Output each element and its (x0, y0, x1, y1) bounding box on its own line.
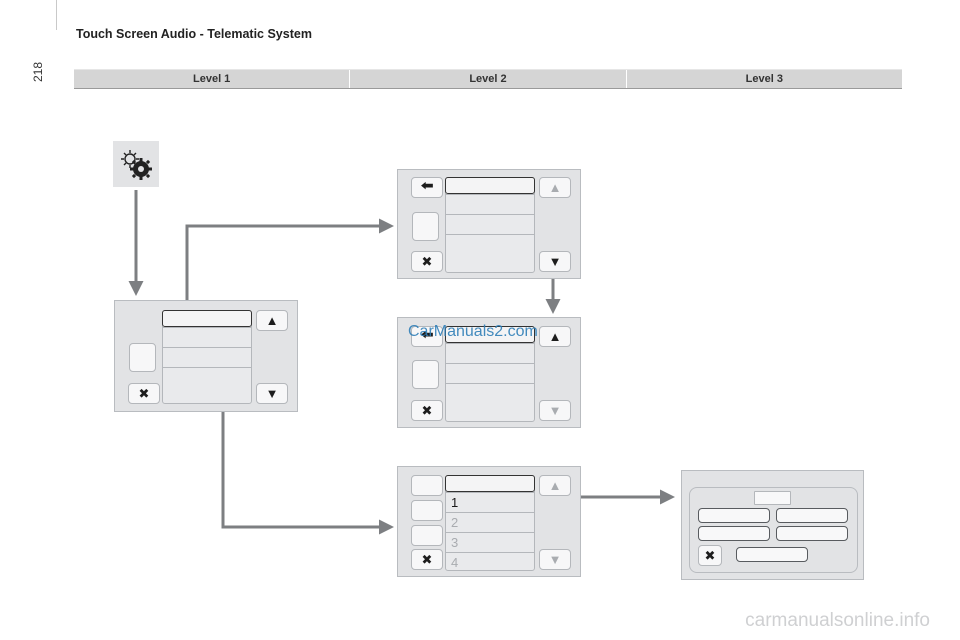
up-triangle-icon: ▲ (548, 180, 562, 195)
level2-bottom-side-button-3[interactable] (411, 525, 443, 546)
level2-middle-side-button[interactable] (412, 360, 439, 389)
settings-tile[interactable] (113, 141, 159, 187)
up-triangle-icon: ▲ (265, 313, 279, 328)
down-triangle-icon: ▼ (548, 403, 562, 418)
list-item-1[interactable]: 1 (446, 492, 534, 512)
list-item[interactable] (163, 347, 251, 367)
level2-top-side-button[interactable] (412, 212, 439, 241)
level2-top-back-button[interactable]: 🠰 (411, 177, 443, 198)
list-item[interactable] (163, 327, 251, 347)
list-item[interactable] (445, 475, 535, 492)
level2-top-close-button[interactable]: ✖ (411, 251, 443, 272)
level2-top-screen: 🠰 ✖ ▲ ▼ (397, 169, 581, 279)
level2-bottom-up-button[interactable]: ▲ (539, 475, 571, 496)
level3-title-field (754, 491, 791, 505)
close-x-icon: ✖ (421, 551, 433, 567)
level2-middle-up-button[interactable]: ▲ (539, 326, 571, 347)
list-item[interactable] (446, 363, 534, 383)
list-item-4[interactable]: 4 (446, 552, 534, 572)
level2-bottom-down-button[interactable]: ▼ (539, 549, 571, 570)
settings-gears-icon (121, 150, 152, 180)
level3-option-button-1[interactable] (698, 508, 770, 523)
list-item-3[interactable]: 3 (446, 532, 534, 552)
level2-bottom-close-button[interactable]: ✖ (411, 549, 443, 570)
arrow-level1-to-level2-bottom (221, 395, 394, 535)
list-item[interactable] (446, 343, 534, 363)
level3-option-button-2[interactable] (776, 508, 848, 523)
up-triangle-icon: ▲ (548, 478, 562, 493)
close-x-icon: ✖ (138, 385, 150, 401)
level2-middle-down-button[interactable]: ▼ (539, 400, 571, 421)
level3-close-button[interactable]: ✖ (698, 545, 722, 566)
down-triangle-icon: ▼ (548, 254, 562, 269)
level1-side-button[interactable] (129, 343, 156, 372)
list-item-2[interactable]: 2 (446, 512, 534, 532)
list-item[interactable] (446, 234, 534, 254)
watermark-carmanualsonline: carmanualsonline.info (745, 610, 930, 631)
level2-middle-close-button[interactable]: ✖ (411, 400, 443, 421)
list-item[interactable] (162, 310, 252, 327)
level1-up-button[interactable]: ▲ (256, 310, 288, 331)
up-triangle-icon: ▲ (548, 329, 562, 344)
list-item[interactable] (446, 383, 534, 403)
list-item[interactable] (446, 194, 534, 214)
level3-option-button-3[interactable] (698, 526, 770, 541)
level2-top-menu-list (445, 177, 535, 273)
level2-top-down-button[interactable]: ▼ (539, 251, 571, 272)
level1-down-button[interactable]: ▼ (256, 383, 288, 404)
back-arrow-icon: 🠰 (420, 177, 434, 193)
level3-confirm-button[interactable] (736, 547, 808, 562)
watermark-carmanuals2: CarManuals2.com (408, 323, 538, 340)
level2-bottom-side-button-1[interactable] (411, 475, 443, 496)
down-triangle-icon: ▼ (548, 552, 562, 567)
list-item[interactable] (163, 367, 251, 387)
level3-screen: ✖ (681, 470, 864, 580)
list-item[interactable] (446, 214, 534, 234)
level1-menu-list (162, 310, 252, 404)
list-item[interactable] (445, 177, 535, 194)
level2-top-up-button[interactable]: ▲ (539, 177, 571, 198)
close-x-icon: ✖ (421, 402, 433, 418)
level2-numbered-list: 1 2 3 4 (445, 475, 535, 571)
level1-screen: ✖ ▲ ▼ (114, 300, 298, 412)
level3-option-button-4[interactable] (776, 526, 848, 541)
close-x-icon: ✖ (704, 547, 716, 563)
down-triangle-icon: ▼ (265, 386, 279, 401)
level1-close-button[interactable]: ✖ (128, 383, 160, 404)
level2-bottom-side-button-2[interactable] (411, 500, 443, 521)
level2-bottom-screen: 1 2 3 4 ✖ ▲ ▼ (397, 466, 581, 577)
close-x-icon: ✖ (421, 253, 433, 269)
